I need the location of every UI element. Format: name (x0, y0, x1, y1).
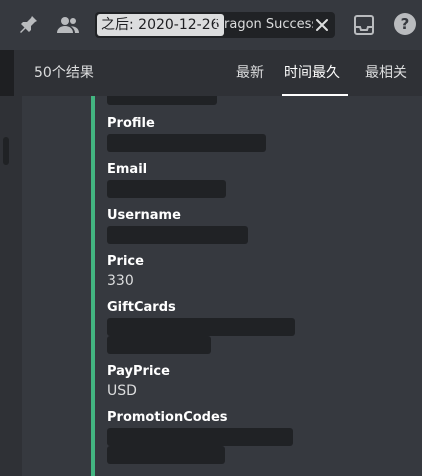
pin-icon[interactable] (16, 13, 40, 37)
field-name-payprice: PayPrice (107, 364, 170, 379)
tab-most-relevant[interactable]: 最相关 (365, 50, 407, 96)
field-name-price: Price (107, 254, 144, 269)
field-name-promotioncodes: PromotionCodes (107, 410, 228, 425)
field-name-giftcards: GiftCards (107, 300, 176, 315)
redacted-email-value (107, 180, 226, 198)
field-name-username: Username (107, 208, 181, 223)
redacted-promotioncodes-value-2 (107, 446, 225, 464)
redacted-username-value (107, 226, 248, 244)
redacted-promotioncodes-value (107, 428, 293, 446)
search-filter-chip[interactable]: 之后: 2020-12-26 (97, 14, 224, 36)
svg-text:?: ? (401, 15, 410, 33)
redacted-giftcards-value-2 (107, 336, 211, 354)
help-icon[interactable]: ? (393, 12, 417, 36)
redacted-value (107, 96, 217, 105)
field-name-email: Email (107, 162, 148, 177)
inbox-icon[interactable] (352, 13, 376, 37)
search-results-list: Profile Email Username Price 330 GiftCar… (14, 96, 422, 476)
clear-search-icon[interactable] (313, 16, 331, 34)
tab-oldest[interactable]: 时间最久 (284, 50, 340, 96)
members-icon[interactable] (56, 13, 80, 37)
search-results-header: 50个结果 最新 时间最久 最相关 (14, 50, 422, 96)
field-value-payprice: USD (107, 383, 137, 399)
field-name-profile: Profile (107, 116, 155, 131)
toolbar: 之后: 2020-12-26 Dragon Success! ? (0, 0, 422, 50)
redacted-giftcards-value (107, 318, 295, 336)
field-value-price: 330 (107, 273, 134, 289)
result-count: 50个结果 (34, 65, 94, 81)
search-box[interactable]: 之后: 2020-12-26 Dragon Success! (95, 12, 335, 38)
message-embed[interactable]: Profile Email Username Price 330 GiftCar… (22, 96, 422, 476)
scrollbar-thumb[interactable] (3, 137, 9, 165)
search-query-text: Dragon Success! (214, 17, 324, 32)
tab-newest[interactable]: 最新 (236, 50, 264, 96)
redacted-profile-value (107, 134, 266, 152)
embed-accent-bar (91, 96, 95, 476)
